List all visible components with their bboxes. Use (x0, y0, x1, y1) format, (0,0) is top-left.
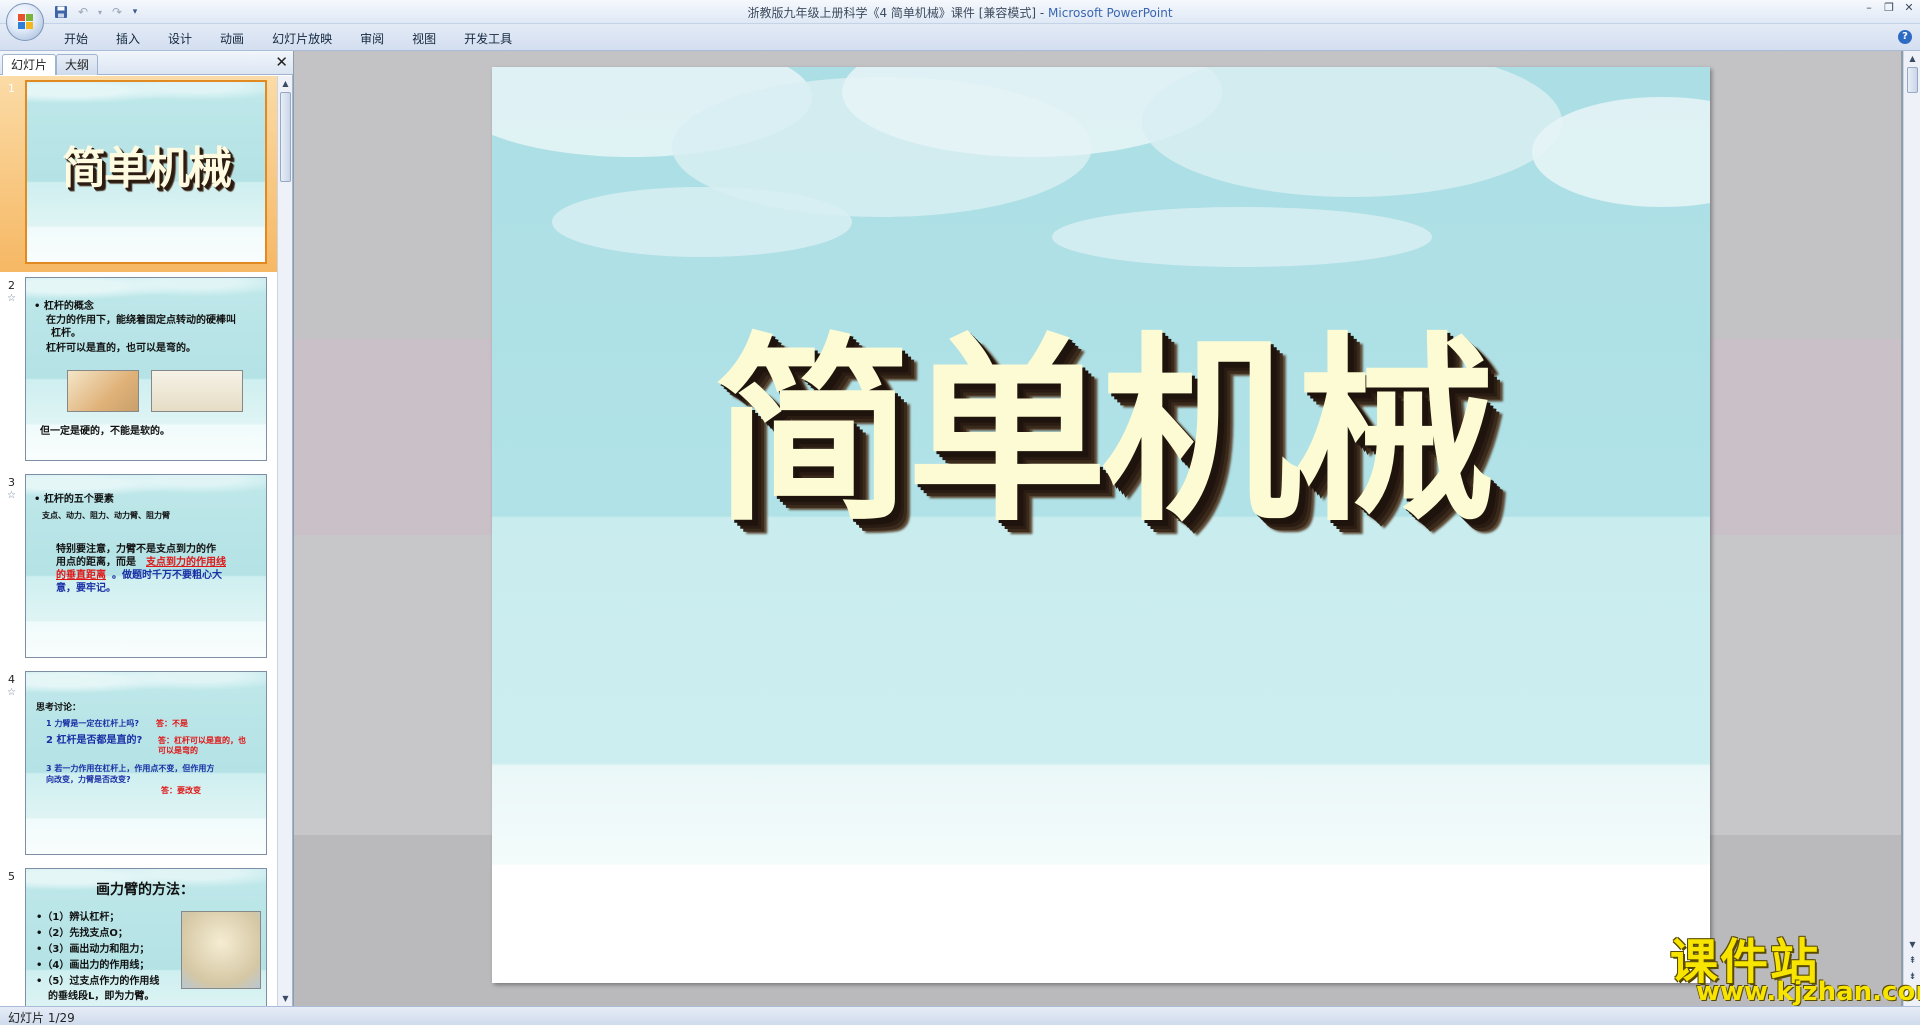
scrollbar-thumb[interactable] (280, 92, 291, 182)
panel-tabs: 大纲 幻灯片 ✕ (0, 51, 293, 75)
tab-developer[interactable]: 开发工具 (450, 29, 526, 49)
slide-preview: 画力臂的方法： •（1）辨认杠杆； •（2）先找支点O； •（3）画出动力和阻力… (25, 868, 267, 1006)
thumb-text: 特别要注意，力臂不是支点到力的作 (56, 544, 216, 555)
restore-icon[interactable]: ❐ (1882, 1, 1896, 15)
scroll-down-icon[interactable]: ▼ (280, 993, 291, 1004)
tab-view[interactable]: 视图 (398, 29, 450, 49)
app-name: Microsoft PowerPoint (1048, 6, 1173, 20)
slide-preview: 思考讨论： 1 力臂是一定在杠杆上吗? 答：不是 2 杠杆是否都是直的? 答：杠… (25, 671, 267, 855)
animation-star-icon: ☆ (7, 293, 16, 304)
slide-preview: 简单机械 (25, 80, 267, 264)
slide-thumbnail-3[interactable]: 3 ☆ • 杠杆的五个要素 支点、动力、阻力、动力臂、阻力臂 特别要注意，力臂不… (0, 470, 277, 666)
thumb-text: 在力的作用下，能绕着固定点转动的硬棒叫 (46, 315, 236, 326)
close-icon[interactable]: ✕ (1902, 1, 1916, 15)
thumb-text: 杠杆。 (51, 328, 81, 339)
animation-star-icon: ☆ (7, 490, 16, 501)
slide-preview: • 杠杆的五个要素 支点、动力、阻力、动力臂、阻力臂 特别要注意，力臂不是支点到… (25, 474, 267, 658)
thumb-text: 用点的距离，而是 (56, 557, 136, 568)
scroll-up-icon[interactable]: ▲ (280, 78, 291, 89)
office-logo-icon (18, 14, 34, 30)
thumb-text: 1 力臂是一定在杠杆上吗? (46, 719, 139, 728)
main-scrollbar[interactable]: ▲ ▼ ⇞ ⇟ (1903, 51, 1920, 1006)
slides-panel: 大纲 幻灯片 ✕ 1 简单机械 2 ☆ • 杠杆的概念 在力的作用下，能绕着固定… (0, 51, 293, 1006)
thumb-list-item: •（5）过支点作力的作用线 (36, 976, 160, 987)
thumb-list-item: •（1）辨认杠杆； (36, 912, 120, 923)
thumb-text: 。做题时千万不要粗心大 (112, 570, 222, 581)
slide-number: 5 (8, 870, 15, 883)
slide-number: 1 (8, 82, 15, 95)
slide-thumbnail-1[interactable]: 1 简单机械 (0, 76, 277, 272)
tab-slides[interactable]: 幻灯片 (2, 54, 57, 75)
lever-arm-image (181, 911, 261, 989)
tab-home[interactable]: 开始 (50, 29, 102, 49)
cloud-decoration (1052, 207, 1432, 267)
title-bar: ↶ ▾ ↷ ▾ 浙教版九年级上册科学《4 简单机械》课件 [兼容模式] - Mi… (0, 0, 1920, 24)
thumb-text: 支点、动力、阻力、动力臂、阻力臂 (42, 511, 170, 520)
lever-image (67, 370, 139, 412)
cloud-decoration (552, 187, 852, 257)
tab-insert[interactable]: 插入 (102, 29, 154, 49)
window-title: 浙教版九年级上册科学《4 简单机械》课件 [兼容模式] - Microsoft … (0, 4, 1920, 21)
cloud-decoration (27, 82, 265, 114)
slide-title[interactable]: 简单机械 (492, 332, 1710, 532)
current-slide[interactable]: 简单机械 (492, 67, 1710, 983)
thumb-text-highlight: 支点到力的作用线 (146, 557, 226, 568)
thumb-title: 画力臂的方法： (96, 882, 194, 898)
thumb-text-highlight: 的垂直距离 (56, 570, 106, 581)
seesaw-image (151, 370, 243, 412)
thumb-text: 杠杆可以是直的，也可以是弯的。 (46, 343, 196, 354)
tab-animations[interactable]: 动画 (206, 29, 258, 49)
ribbon-tabs: 开始 插入 设计 动画 幻灯片放映 审阅 视图 开发工具 (50, 29, 526, 49)
scroll-up-icon[interactable]: ▲ (1907, 53, 1918, 64)
thumb-list-item: •（2）先找支点O； (36, 928, 128, 939)
thumb-text: • 杠杆的概念 (34, 301, 94, 312)
slide-number: 3 (8, 476, 15, 489)
cloud-decoration (26, 672, 266, 704)
thumb-title: 简单机械 (62, 143, 232, 194)
thumb-list-item: 的垂线段L，即为力臂。 (48, 991, 155, 1002)
tab-design[interactable]: 设计 (154, 29, 206, 49)
tab-outline[interactable]: 大纲 (56, 54, 99, 75)
slide-preview: • 杠杆的概念 在力的作用下，能绕着固定点转动的硬棒叫 杠杆。 杠杆可以是直的，… (25, 277, 267, 461)
slide-number: 2 (8, 279, 15, 292)
slide-editing-area: 简单机械 (294, 51, 1901, 1006)
watermark-logo: 课件站 www.kjzhan.com (1670, 922, 1920, 1007)
slide-counter: 幻灯片 1/29 (8, 1011, 75, 1025)
office-button[interactable] (6, 3, 44, 41)
slide-thumbnails: 1 简单机械 2 ☆ • 杠杆的概念 在力的作用下，能绕着固定点转动的硬棒叫 杠… (0, 76, 277, 1006)
thumb-text: 答：要改变 (161, 786, 201, 795)
cloud-decoration (1142, 67, 1562, 197)
window-controls: – ❐ ✕ (1862, 1, 1916, 15)
tab-review[interactable]: 审阅 (346, 29, 398, 49)
thumb-text: 答：不是 (156, 719, 188, 728)
tab-slide-show[interactable]: 幻灯片放映 (258, 29, 346, 49)
animation-star-icon: ☆ (7, 687, 16, 698)
close-panel-icon[interactable]: ✕ (275, 55, 288, 70)
help-icon[interactable]: ? (1898, 30, 1912, 44)
status-bar: 幻灯片 1/29 (0, 1006, 1920, 1025)
scrollbar-thumb[interactable] (1907, 67, 1918, 93)
thumb-text: 可以是弯的 (158, 746, 198, 755)
thumb-text: 意，要牢记。 (56, 583, 116, 594)
thumb-text: 向改变，力臂是否改变? (46, 775, 131, 784)
thumb-text: • 杠杆的五个要素 (34, 494, 114, 505)
thumb-text: 但一定是硬的，不能是软的。 (40, 426, 170, 437)
document-title: 浙教版九年级上册科学《4 简单机械》课件 [兼容模式] - (747, 6, 1049, 20)
thumb-list-item: •（3）画出动力和阻力； (36, 944, 150, 955)
slide-thumbnail-4[interactable]: 4 ☆ 思考讨论： 1 力臂是一定在杠杆上吗? 答：不是 2 杠杆是否都是直的?… (0, 667, 277, 863)
thumb-list-item: •（4）画出力的作用线； (36, 960, 150, 971)
watermark-url: www.kjzhan.com (1696, 977, 1920, 1007)
slide-thumbnail-2[interactable]: 2 ☆ • 杠杆的概念 在力的作用下，能绕着固定点转动的硬棒叫 杠杆。 杠杆可以… (0, 273, 277, 469)
thumb-text: 2 杠杆是否都是直的? (46, 735, 143, 746)
slide-number: 4 (8, 673, 15, 686)
minimize-icon[interactable]: – (1862, 1, 1876, 15)
thumb-text: 思考讨论： (36, 703, 82, 713)
ribbon: 开始 插入 设计 动画 幻灯片放映 审阅 视图 开发工具 ? (0, 24, 1920, 51)
thumbnails-scrollbar[interactable]: ▲ ▼ (277, 76, 292, 1006)
slide-thumbnail-5[interactable]: 5 画力臂的方法： •（1）辨认杠杆； •（2）先找支点O； •（3）画出动力和… (0, 864, 277, 1006)
